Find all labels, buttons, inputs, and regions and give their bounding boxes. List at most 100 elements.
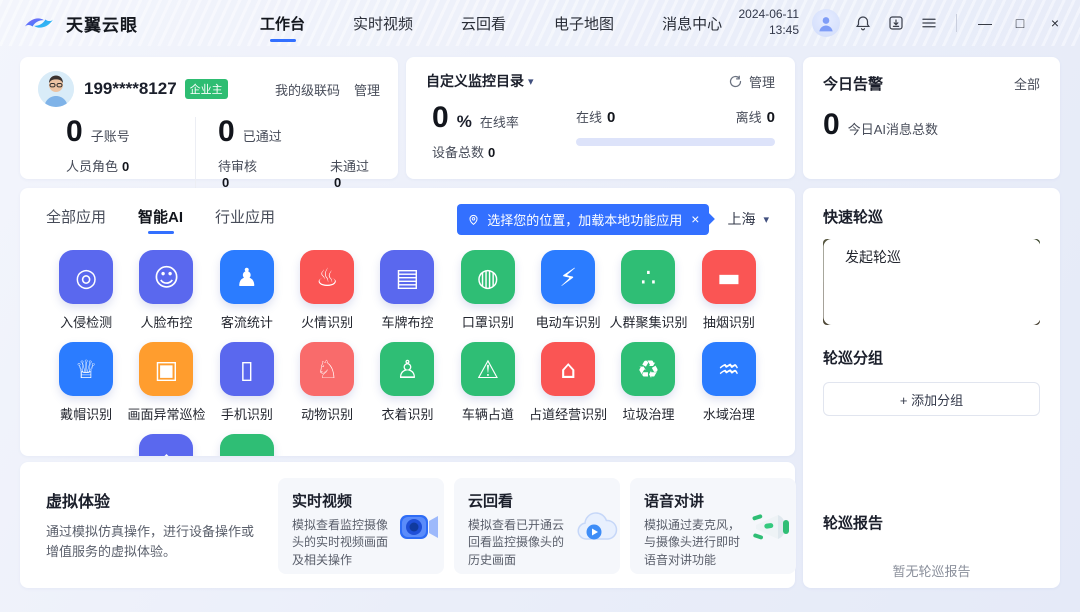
user-avatar[interactable] [812, 9, 840, 37]
app-tile[interactable]: ⚠ 车辆占道 [460, 342, 515, 434]
app-glyph: ⋯ [234, 449, 259, 457]
app-tile[interactable]: ▣ 画面异常巡检 [127, 342, 206, 434]
chevron-down-icon: ▾ [763, 213, 769, 226]
rejected-stat: 未通过0 [330, 159, 370, 190]
partial-app-icon-2: ⋯ [219, 434, 274, 457]
app-tile[interactable]: ⚡ 电动车识别 [536, 250, 601, 342]
download-icon[interactable] [886, 13, 906, 33]
app-tile[interactable]: ▬ 抽烟识别 [701, 250, 756, 342]
experience-voice-intercom-card[interactable]: 语音对讲 模拟通过麦克风，与摄像头进行即时语音对讲功能 [630, 478, 796, 574]
main-nav: 工作台 实时视频 云回看 电子地图 消息中心 [258, 7, 724, 40]
exp-card-description: 模拟查看已开通云回看监控摄像头的历史画面 [468, 518, 565, 567]
alert-count: 0 [823, 108, 840, 141]
garbage-management-icon: ♻ [621, 342, 676, 396]
city-selector[interactable]: 上海 ▾ [727, 209, 769, 229]
nav-tab-cloud-playback[interactable]: 云回看 [459, 7, 508, 40]
tab-industry-apps[interactable]: 行业应用 [215, 202, 275, 236]
alert-all-link[interactable]: 全部 [1014, 74, 1040, 93]
app-glyph: ⚡ [559, 262, 577, 292]
app-tile[interactable]: ♨ 火情识别 [300, 250, 355, 342]
alert-card-title: 今日告警 [823, 76, 884, 93]
roles-stat: 人员角色 0 [66, 159, 130, 174]
approval-stat: 0 已通过 待审核0 未通过0 [196, 115, 380, 191]
account-avatar[interactable] [38, 71, 74, 107]
experience-live-video-card[interactable]: 实时视频 模拟查看监控摄像头的实时视频画面及相关操作 [278, 478, 444, 574]
tab-all-apps[interactable]: 全部应用 [46, 202, 106, 236]
chevron-down-icon[interactable]: ▾ [528, 75, 534, 88]
banner-close-icon[interactable]: × [691, 211, 699, 227]
app-tile[interactable]: ◍ 口罩识别 [460, 250, 515, 342]
app-glyph: ♒ [717, 354, 741, 384]
app-label: 入侵检测 [60, 315, 113, 330]
exp-card-title: 实时视频 [292, 493, 353, 510]
refresh-icon[interactable] [728, 74, 743, 89]
intrusion-detection-icon: ◎ [59, 250, 114, 304]
approved-count: 0 [218, 115, 235, 148]
add-group-button[interactable]: + 添加分组 [823, 382, 1040, 416]
cloud-playback-3d-icon [572, 490, 620, 564]
app-glyph: ♕ [74, 354, 98, 384]
app-label: 车牌布控 [381, 315, 434, 330]
city-name: 上海 [727, 211, 756, 227]
close-icon[interactable]: × [1044, 15, 1066, 31]
sub-account-stat: 0 子账号 人员角色 0 [38, 117, 196, 190]
titlebar-divider [956, 14, 957, 32]
app-tile[interactable]: ♻ 垃圾治理 [621, 342, 676, 434]
hat-detection-icon: ♕ [59, 342, 114, 396]
nav-tab-emap[interactable]: 电子地图 [552, 7, 616, 40]
app-label: 戴帽识别 [60, 407, 113, 422]
offline-stat: 离线 0 [735, 109, 775, 126]
vehicle-occupation-icon: ⚠ [460, 342, 515, 396]
monitor-manage-link[interactable]: 管理 [728, 72, 775, 91]
app-tile[interactable]: ∴ 人群聚集识别 [609, 250, 688, 342]
experience-cloud-playback-card[interactable]: 云回看 模拟查看已开通云回看监控摄像头的历史画面 [454, 478, 620, 574]
nav-tab-live-video[interactable]: 实时视频 [351, 7, 415, 40]
app-tile[interactable]: ⋯ [219, 434, 274, 457]
app-tile[interactable]: ◆ [139, 434, 194, 456]
app-tile[interactable]: ♟ 客流统计 [219, 250, 274, 342]
cascade-code-link[interactable]: 我的级联码 [275, 80, 340, 99]
app-label: 垃圾治理 [622, 407, 675, 422]
tab-smart-ai[interactable]: 智能AI [138, 202, 183, 236]
patrol-report-empty-text: 暂无轮巡报告 [892, 564, 971, 579]
maximize-icon[interactable]: □ [1009, 15, 1031, 31]
app-tile[interactable]: ♙ 衣着识别 [380, 342, 435, 434]
online-rate-label: 在线率 [479, 115, 519, 130]
menu-icon[interactable] [919, 13, 939, 33]
app-glyph: ♙ [396, 354, 419, 384]
notification-bell-icon[interactable] [853, 13, 873, 33]
fire-detection-icon: ♨ [300, 250, 355, 304]
app-tile[interactable]: ⌂ 占道经营识别 [529, 342, 607, 434]
nav-tab-workbench[interactable]: 工作台 [258, 7, 307, 40]
app-label: 电动车识别 [535, 315, 601, 330]
start-patrol-button[interactable]: 发起轮巡 [823, 239, 1040, 325]
app-tile[interactable]: ◎ 入侵检测 [59, 250, 114, 342]
online-stat: 在线 0 [576, 109, 616, 126]
monitor-directory-dropdown[interactable]: 自定义监控目录 [426, 71, 524, 91]
app-tile[interactable]: ▯ 手机识别 [219, 342, 274, 434]
location-banner[interactable]: 选择您的位置，加载本地功能应用 × [457, 203, 710, 235]
date-text: 2024-06-11 [738, 7, 800, 22]
account-card: 199****8127 企业主 我的级联码 管理 0 子账号 人员角色 0 0 … [20, 57, 398, 190]
online-offline-progress-bar [576, 138, 775, 146]
app-window: 天翼云眼 工作台 实时视频 云回看 电子地图 消息中心 2024-06-11 1… [0, 0, 1080, 612]
app-tile[interactable]: ♒ 水域治理 [701, 342, 756, 434]
exp-card-description: 模拟查看监控摄像头的实时视频画面及相关操作 [292, 518, 389, 567]
app-tile[interactable]: ♘ 动物识别 [300, 342, 355, 434]
app-label: 火情识别 [301, 315, 354, 330]
app-glyph: ▤ [395, 262, 420, 292]
mask-detection-icon: ◍ [460, 250, 515, 304]
nav-tab-message-center[interactable]: 消息中心 [660, 7, 724, 40]
approved-label: 已通过 [242, 129, 282, 144]
phone-detection-icon: ▯ [219, 342, 274, 396]
titlebar-right: 2024-06-11 13:45 — □ × [739, 7, 1067, 38]
minimize-icon[interactable]: — [974, 15, 996, 31]
app-tile[interactable]: ☺ 人脸布控 [139, 250, 194, 342]
alert-count-label: 今日AI消息总数 [847, 122, 938, 137]
account-manage-link[interactable]: 管理 [354, 80, 380, 99]
app-tile[interactable]: ♕ 戴帽识别 [59, 342, 114, 434]
app-glyph: ▬ [717, 262, 741, 292]
sub-account-count: 0 [66, 115, 83, 148]
app-tile[interactable]: ▤ 车牌布控 [380, 250, 435, 342]
app-glyph: ♨ [315, 262, 339, 292]
